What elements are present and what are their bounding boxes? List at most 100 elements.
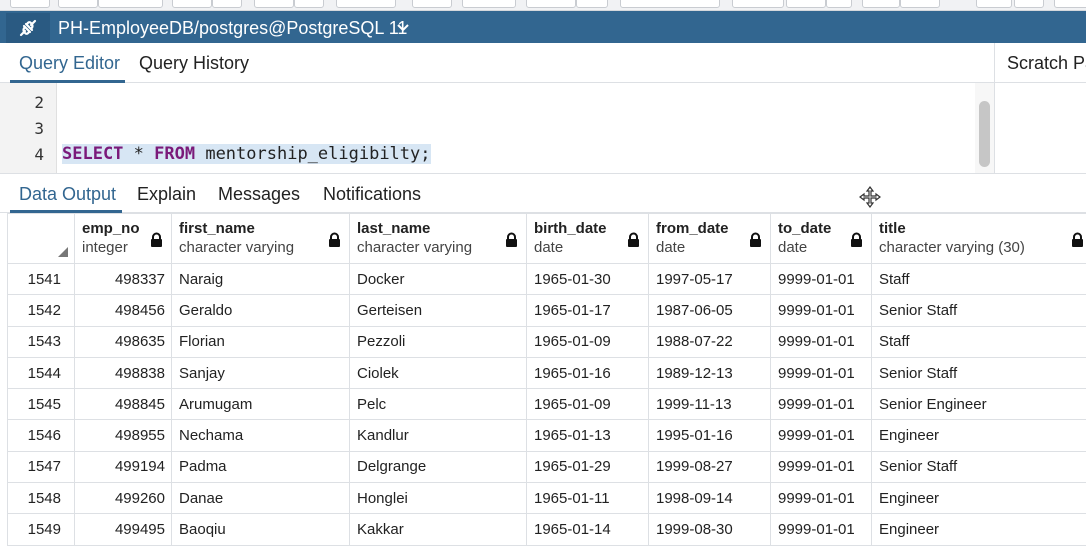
toolbar-button[interactable] [862,0,900,8]
chevron-down-icon[interactable] [396,21,410,35]
tab-query-editor[interactable]: Query Editor [19,53,120,73]
toolbar-button[interactable] [786,0,826,8]
table-cell[interactable]: Senior Staff [871,450,1086,484]
toolbar-button[interactable] [1054,0,1086,8]
toolbar-button[interactable] [526,0,576,8]
code-line[interactable]: SELECT * FROM mentorship_eligibilty; [62,144,431,164]
toolbar-button[interactable] [620,0,720,8]
toolbar-button[interactable] [826,0,852,8]
table-cell[interactable]: 498955 [74,419,172,452]
table-cell[interactable]: Arumugam [171,388,350,421]
table-row[interactable]: 1545 498845 Arumugam Pelc 1965-01-09 1999-11-… [7,388,1086,421]
table-cell[interactable]: Staff [871,325,1086,358]
table-cell[interactable]: 1965-01-11 [526,482,649,515]
table-cell[interactable]: 498838 [74,356,172,390]
table-cell[interactable]: Engineer [871,513,1086,546]
table-cell[interactable]: 1989-12-13 [648,356,771,390]
row-number[interactable]: 1548 [7,482,75,515]
editor-scrollbar-thumb[interactable] [979,101,990,167]
tab-scratch-pad[interactable]: Scratch Pad [1007,53,1086,73]
table-cell[interactable]: 9999-01-01 [770,325,872,358]
table-cell[interactable]: 499260 [74,482,172,515]
column-header-first-name[interactable]: first_name character varying [171,213,350,264]
toolbar-button[interactable] [336,0,396,8]
table-cell[interactable]: 9999-01-01 [770,513,872,546]
column-header-birth-date[interactable]: birth_date date [526,213,649,264]
table-cell[interactable]: 9999-01-01 [770,294,872,327]
tab-notifications[interactable]: Notifications [323,184,421,204]
table-cell[interactable]: 498635 [74,325,172,358]
tab-query-history[interactable]: Query History [139,53,249,73]
table-cell[interactable]: Sanjay [171,356,350,390]
toolbar-button[interactable] [462,0,516,8]
data-output-grid[interactable]: emp_no integer first_name character vary… [7,213,1086,548]
row-number[interactable]: 1549 [7,513,75,546]
toolbar-button[interactable] [254,0,294,8]
table-cell[interactable]: 1965-01-09 [526,388,649,421]
table-cell[interactable]: 498845 [74,388,172,421]
table-cell[interactable]: 1965-01-09 [526,325,649,358]
table-cell[interactable]: Naraig [171,262,350,296]
table-cell[interactable]: Engineer [871,419,1086,452]
table-row[interactable]: 1543 498635 Florian Pezzoli 1965-01-09 1988-0… [7,325,1086,358]
table-cell[interactable]: 1987-06-05 [648,294,771,327]
table-cell[interactable]: 1988-07-22 [648,325,771,358]
table-cell[interactable]: 9999-01-01 [770,482,872,515]
column-header-from-date[interactable]: from_date date [648,213,771,264]
toolbar-button[interactable] [10,0,50,8]
table-row[interactable]: 1547 499194 Padma Delgrange 1965-01-29 1999-0… [7,450,1086,484]
sql-editor[interactable]: 2 3 4 SELECT * FROM mentorship_eligibilt… [0,83,994,173]
table-cell[interactable]: Senior Staff [871,356,1086,390]
table-cell[interactable]: 1965-01-16 [526,356,649,390]
scratch-pad-panel[interactable] [994,83,1086,173]
row-number[interactable]: 1545 [7,388,75,421]
table-cell[interactable]: Pezzoli [349,325,527,358]
select-all-corner[interactable] [7,213,75,264]
toolbar-button[interactable] [1014,0,1044,8]
table-cell[interactable]: 1997-05-17 [648,262,771,296]
table-cell[interactable]: 1999-11-13 [648,388,771,421]
table-cell[interactable]: 1999-08-27 [648,450,771,484]
table-cell[interactable]: 498337 [74,262,172,296]
toolbar-button[interactable] [576,0,608,8]
tab-data-output[interactable]: Data Output [19,184,116,204]
table-cell[interactable]: 9999-01-01 [770,262,872,296]
table-cell[interactable]: 499495 [74,513,172,546]
table-cell[interactable]: 1965-01-30 [526,262,649,296]
connection-bar[interactable]: PH-EmployeeDB/postgres@PostgreSQL 11 [0,11,1086,43]
table-cell[interactable]: 1965-01-14 [526,513,649,546]
table-cell[interactable]: 499194 [74,450,172,484]
table-cell[interactable]: Docker [349,262,527,296]
table-cell[interactable]: Pelc [349,388,527,421]
table-row[interactable]: 1546 498955 Nechama Kandlur 1965-01-13 1995-0… [7,419,1086,452]
table-cell[interactable]: 1999-08-30 [648,513,771,546]
table-cell[interactable]: Nechama [171,419,350,452]
table-cell[interactable]: Honglei [349,482,527,515]
table-row[interactable]: 1542 498456 Geraldo Gerteisen 1965-01-17 1987… [7,294,1086,327]
toolbar-button[interactable] [212,0,242,8]
table-cell[interactable]: Baoqiu [171,513,350,546]
table-cell[interactable]: 498456 [74,294,172,327]
connection-title[interactable]: PH-EmployeeDB/postgres@PostgreSQL 11 [58,18,407,38]
table-cell[interactable]: 1965-01-29 [526,450,649,484]
toolbar-button[interactable] [412,0,452,8]
table-row[interactable]: 1548 499260 Danae Honglei 1965-01-11 1998-09-… [7,482,1086,515]
toolbar-button[interactable] [58,0,98,8]
table-cell[interactable]: Delgrange [349,450,527,484]
table-cell[interactable]: Padma [171,450,350,484]
column-header-last-name[interactable]: last_name character varying [349,213,527,264]
tab-explain[interactable]: Explain [137,184,196,204]
table-cell[interactable]: Kandlur [349,419,527,452]
row-number[interactable]: 1544 [7,356,75,390]
toolbar-button[interactable] [732,0,784,8]
row-number[interactable]: 1543 [7,325,75,358]
table-cell[interactable]: Danae [171,482,350,515]
table-cell[interactable]: Geraldo [171,294,350,327]
table-cell[interactable]: Florian [171,325,350,358]
row-number[interactable]: 1541 [7,262,75,296]
table-cell[interactable]: Staff [871,262,1086,296]
table-cell[interactable]: 9999-01-01 [770,450,872,484]
table-cell[interactable]: Engineer [871,482,1086,515]
toolbar-button[interactable] [976,0,1012,8]
table-cell[interactable]: Ciolek [349,356,527,390]
